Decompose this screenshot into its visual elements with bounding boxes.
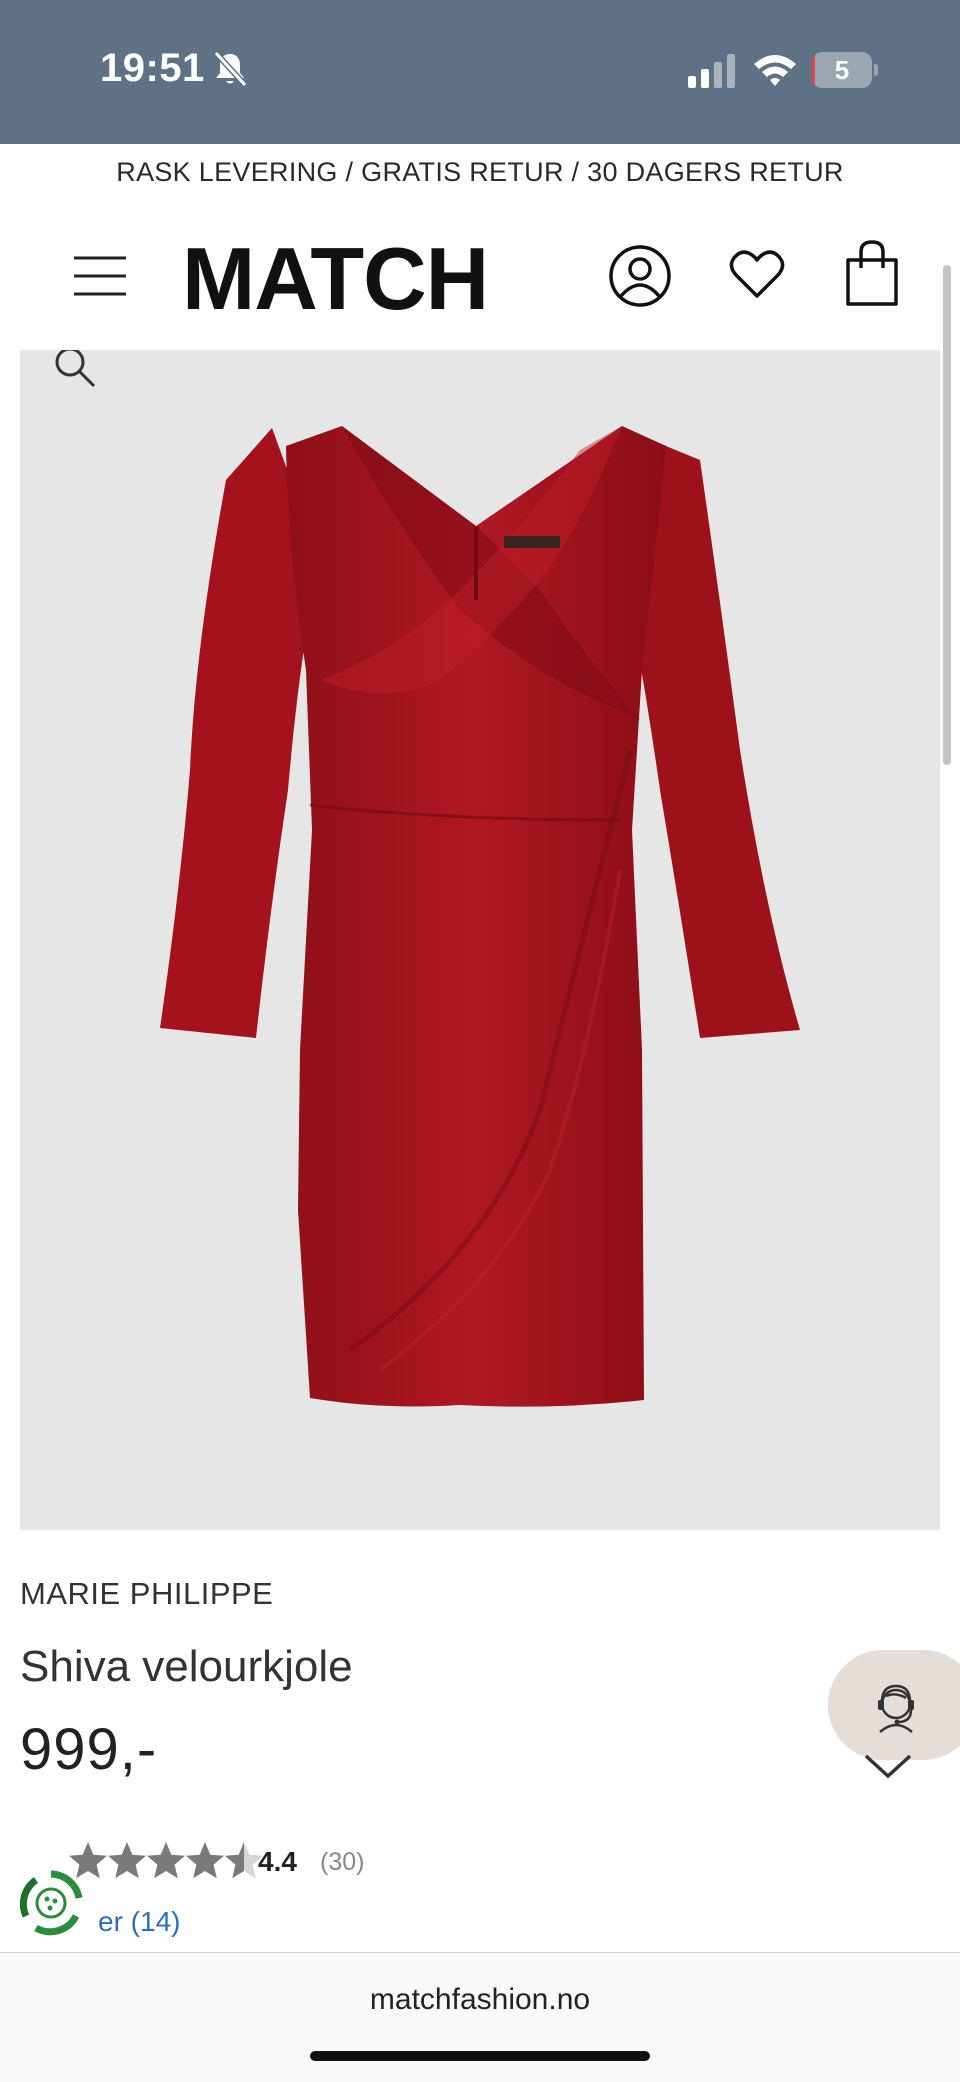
menu-icon[interactable] xyxy=(72,254,128,298)
bag-icon[interactable] xyxy=(844,240,900,306)
wifi-icon xyxy=(754,55,796,86)
rating-row[interactable]: 4.4 (30) xyxy=(20,1836,520,1888)
logo[interactable]: MATCH xyxy=(182,234,522,324)
account-icon[interactable] xyxy=(608,244,672,308)
reviews-link[interactable]: er (14) xyxy=(98,1906,180,1938)
browser-address-bar[interactable]: matchfashion.no xyxy=(0,1952,960,2082)
product-image[interactable] xyxy=(20,350,940,1530)
customer-service-button[interactable] xyxy=(828,1650,960,1760)
home-indicator[interactable] xyxy=(310,2051,650,2061)
signal-icon xyxy=(688,54,735,88)
rating-stars xyxy=(69,1842,263,1879)
site-header: MATCH xyxy=(0,210,960,350)
star-icon xyxy=(108,1842,146,1879)
status-time: 19:51 xyxy=(100,46,205,90)
status-bar: 19:51 5 xyxy=(0,0,960,144)
star-icon xyxy=(147,1842,185,1879)
battery-level: 5 xyxy=(834,55,850,85)
support-agent-icon xyxy=(878,1684,914,1733)
star-icon xyxy=(186,1842,224,1879)
eco-recycle-icon[interactable] xyxy=(16,1868,86,1938)
product-price: 999,- xyxy=(20,1717,158,1782)
rating-count: (30) xyxy=(320,1848,365,1876)
page-scrollbar[interactable] xyxy=(943,265,951,765)
product-brand[interactable]: MARIE PHILIPPE xyxy=(20,1576,273,1612)
dress-image xyxy=(160,426,800,1407)
zoom-icon[interactable] xyxy=(50,350,98,390)
url-text[interactable]: matchfashion.no xyxy=(0,1983,960,2017)
chevron-down-icon[interactable] xyxy=(862,1752,914,1780)
battery-icon: 5 xyxy=(812,52,878,88)
heart-icon[interactable] xyxy=(728,246,786,304)
product-name: Shiva velourkjole xyxy=(20,1642,353,1691)
rating-value: 4.4 xyxy=(258,1846,297,1877)
promo-banner[interactable]: RASK LEVERING / GRATIS RETUR / 30 DAGERS… xyxy=(0,144,960,200)
bell-slash-icon xyxy=(213,50,248,88)
